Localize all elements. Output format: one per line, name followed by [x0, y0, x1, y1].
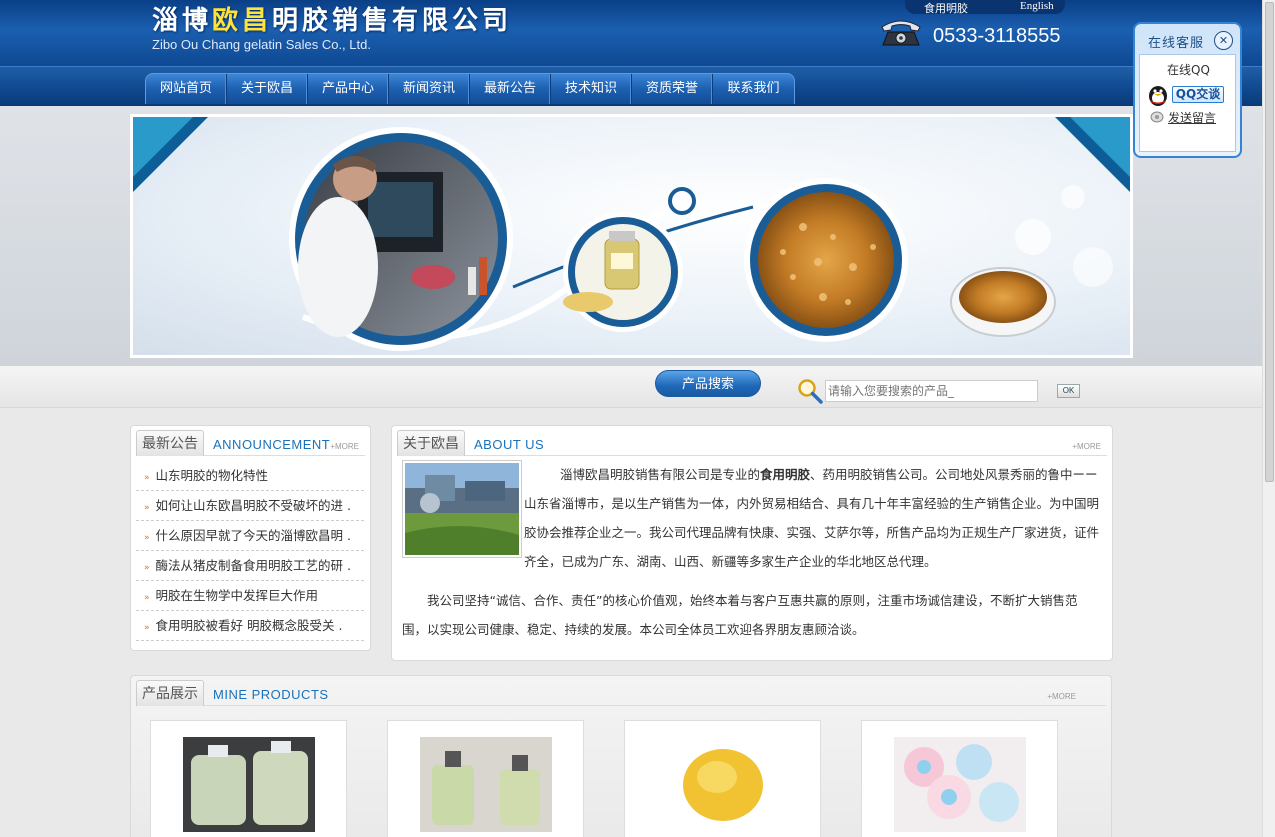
announcement-panel-header: 最新公告 ANNOUNCEMENT +MORE: [136, 430, 365, 456]
arrow-icon: »: [144, 623, 150, 633]
product-image: [183, 737, 315, 832]
list-item[interactable]: » 山东明胶的物化特性: [136, 461, 364, 491]
telephone-icon: [881, 20, 921, 46]
announcement-tab[interactable]: 最新公告: [136, 430, 204, 456]
online-service-title: 在线客服: [1148, 36, 1205, 51]
company-logo-cn[interactable]: 淄博欧昌明胶销售有限公司: [152, 0, 512, 37]
announcement-panel: 最新公告 ANNOUNCEMENT +MORE » 山东明胶的物化特性 » 如何让山…: [130, 425, 371, 651]
logo-text-highlight: 欧昌: [212, 6, 273, 36]
nav-tech[interactable]: 技术知识: [551, 74, 632, 104]
list-item[interactable]: » 食用明胶被看好 明胶概念股受关 .: [136, 611, 364, 641]
qq-chat-button[interactable]: QQ交谈: [1146, 83, 1226, 106]
logo-text-pre: 淄博: [152, 6, 213, 36]
product-card[interactable]: [387, 720, 584, 837]
nav-products[interactable]: 产品中心: [308, 74, 389, 104]
about-text: 淄博欧昌明胶销售有限公司是专业的食用明胶、药用明胶销售公司。公司地处风景秀丽的鲁…: [402, 460, 1102, 644]
nav-honors[interactable]: 资质荣誉: [632, 74, 713, 104]
product-image: [420, 737, 552, 832]
list-item[interactable]: » 明胶在生物学中发挥巨大作用: [136, 581, 364, 611]
product-search-label: 产品搜索: [655, 370, 761, 397]
send-message-link[interactable]: 发送留言: [1150, 109, 1216, 126]
announcement-list: » 山东明胶的物化特性 » 如何让山东欧昌明胶不受破坏的进 . » 什么原因早就了今天…: [136, 461, 364, 641]
online-qq-label: 在线QQ: [1167, 63, 1210, 77]
list-item[interactable]: » 如何让山东欧昌明胶不受破坏的进 .: [136, 491, 364, 521]
page-scrollbar[interactable]: [1262, 0, 1275, 837]
search-input[interactable]: [825, 380, 1038, 402]
close-icon[interactable]: ✕: [1214, 31, 1233, 50]
search-icon: [798, 379, 823, 404]
qq-penguin-icon: [1149, 86, 1167, 106]
site-header: 淄博欧昌明胶销售有限公司 Zibo Ou Chang gelatin Sales…: [0, 0, 1262, 66]
arrow-icon: »: [144, 533, 150, 543]
nav-news[interactable]: 新闻资讯: [389, 74, 470, 104]
list-item[interactable]: » 酶法从猪皮制备食用明胶工艺的研 .: [136, 551, 364, 581]
arrow-icon: »: [144, 473, 150, 483]
products-panel-header: 产品展示 MINE PRODUCTS +MORE: [136, 680, 1106, 706]
about-more-link[interactable]: +MORE: [1072, 442, 1101, 451]
lang-cn-link[interactable]: 食用明胶: [924, 0, 968, 16]
product-card[interactable]: [861, 720, 1058, 837]
product-grid: [150, 720, 1058, 837]
nav-announcements[interactable]: 最新公告: [470, 74, 551, 104]
online-service-widget: 在线客服 ✕ 在线QQ QQ交谈 发送留言: [1133, 22, 1242, 158]
arrow-icon: »: [144, 503, 150, 513]
about-panel-header: 关于欧昌 ABOUT US +MORE: [397, 430, 1107, 456]
nav-contact[interactable]: 联系我们: [713, 74, 794, 104]
about-title-en: ABOUT US: [474, 437, 545, 452]
logo-text-post: 明胶销售有限公司: [272, 6, 513, 36]
online-service-body: 在线QQ QQ交谈 发送留言: [1139, 54, 1236, 152]
product-image: [657, 737, 789, 832]
company-logo-en: Zibo Ou Chang gelatin Sales Co., Ltd.: [152, 37, 371, 52]
about-paragraph-2: 我公司坚持“诚信、合作、责任”的核心价值观，始终本着与客户互惠共赢的原则，注重市…: [402, 593, 1078, 637]
product-card[interactable]: [624, 720, 821, 837]
products-more-link[interactable]: +MORE: [1047, 692, 1076, 701]
arrow-icon: »: [144, 593, 150, 603]
arrow-icon: »: [144, 563, 150, 573]
banner-illustration: [133, 117, 1130, 351]
hero-banner: [130, 114, 1133, 358]
search-ok-button[interactable]: OK: [1057, 384, 1080, 398]
products-title-en: MINE PRODUCTS: [213, 687, 329, 702]
phone-number: 0533-3118555: [933, 25, 1061, 47]
products-tab[interactable]: 产品展示: [136, 680, 204, 706]
nav-about[interactable]: 关于欧昌: [227, 74, 308, 104]
about-panel: 关于欧昌 ABOUT US +MORE 淄博欧昌明胶销售有限公司是专业的食用明胶…: [391, 425, 1113, 661]
product-card[interactable]: [150, 720, 347, 837]
product-image: [894, 737, 1026, 832]
lang-en-link[interactable]: English: [1020, 0, 1054, 12]
list-item[interactable]: » 什么原因早就了今天的淄博欧昌明 .: [136, 521, 364, 551]
scrollbar-thumb[interactable]: [1265, 2, 1274, 482]
language-bar: 食用明胶 English: [905, 0, 1065, 16]
message-icon: [1150, 111, 1164, 123]
main-nav: 网站首页 关于欧昌 产品中心 新闻资讯 最新公告 技术知识 资质荣誉 联系我们: [145, 73, 795, 104]
about-tab[interactable]: 关于欧昌: [397, 430, 465, 456]
nav-home[interactable]: 网站首页: [146, 74, 227, 104]
announcement-title-en: ANNOUNCEMENT: [213, 437, 331, 452]
announcement-more-link[interactable]: +MORE: [330, 442, 359, 451]
